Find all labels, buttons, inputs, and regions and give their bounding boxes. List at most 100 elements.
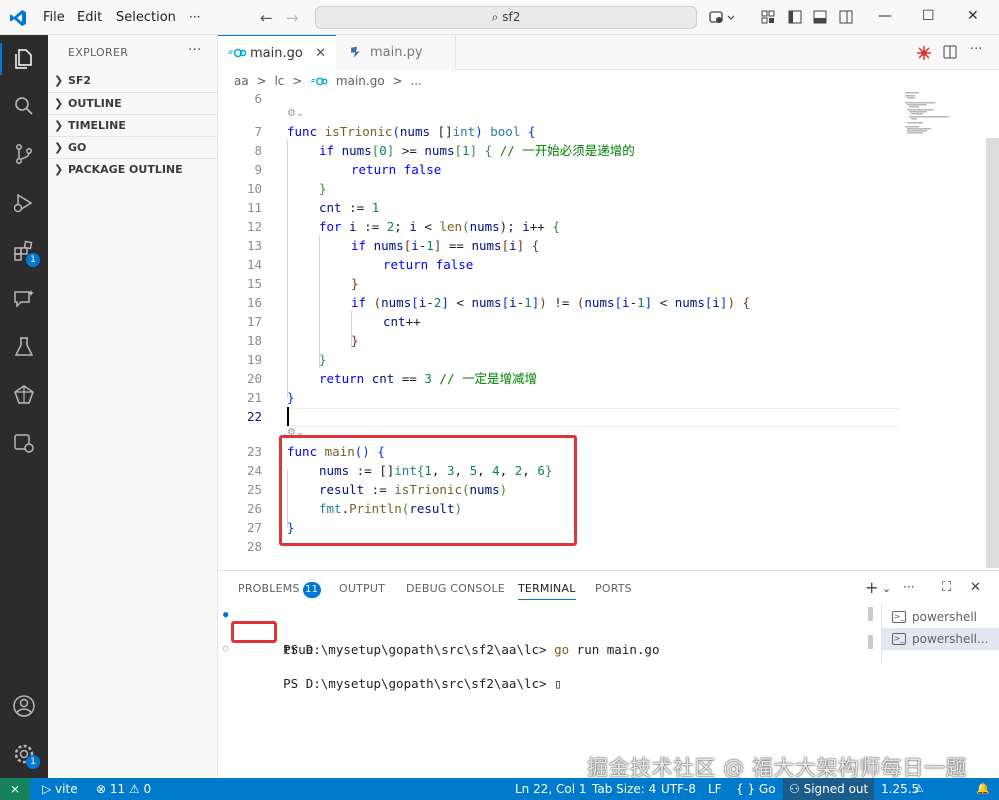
minimize-button[interactable]: — [878, 8, 892, 24]
code-line-20: 20 return cnt == 3 // 一定是增减增 [218, 369, 898, 388]
chevron-right-icon: ❯ [54, 74, 64, 87]
language-mode[interactable]: { } Go [736, 778, 776, 800]
search-text: sf2 [502, 10, 521, 24]
section-timeline[interactable]: ❯ TIMELINE [48, 114, 218, 136]
problems-status[interactable]: ⊗ 11 ⚠ 0 [96, 778, 151, 800]
editor-scrollbar[interactable] [986, 138, 999, 568]
split-editor-icon[interactable] [943, 45, 957, 59]
vite-status[interactable]: ▷ vite [42, 778, 78, 800]
terminal-item-powershell-1[interactable]: >_ powershell [882, 606, 999, 628]
line-number: 21 [246, 390, 262, 405]
vscode-logo-icon[interactable] [9, 9, 27, 27]
copilot-activity-icon[interactable] [12, 383, 36, 407]
close-panel-icon[interactable]: ✕ [970, 580, 981, 595]
line-number: 13 [246, 238, 262, 253]
code-line-7: 7 func isTrionic(nums []int) bool { [218, 122, 898, 141]
terminal-list: >_ powershell >_ powershell... [881, 604, 999, 664]
code-text: return false [383, 257, 474, 272]
notifications-bell-icon[interactable]: 🔔 [976, 778, 990, 800]
menu-more[interactable]: ··· [189, 10, 200, 24]
tab-main-py[interactable]: main.py [336, 35, 456, 70]
tab-output[interactable]: OUTPUT [339, 582, 385, 595]
signed-out-status[interactable]: ⚇ Signed out [783, 778, 875, 800]
highlight-box-main [279, 435, 577, 546]
version-warning-icon: ⚠ [914, 782, 924, 795]
terminal-cursor: ▯ [554, 676, 562, 691]
breadcrumb-symbol[interactable]: ... [410, 74, 421, 88]
run-debug-icon[interactable] [12, 191, 36, 215]
code-text: if nums[i-1] == nums[i] { [351, 238, 540, 253]
toggle-primary-sidebar-icon[interactable] [788, 10, 802, 24]
code-text: for i := 2; i < len(nums); i++ { [319, 219, 560, 234]
code-text: return cnt == 3 // 一定是增减增 [319, 371, 538, 386]
play-icon: ▷ [42, 782, 56, 796]
account-icon[interactable] [12, 694, 36, 718]
remote-explorer-icon[interactable] [12, 431, 36, 455]
explorer-icon[interactable] [12, 47, 36, 71]
section-sf2[interactable]: ❯ SF2 [48, 70, 218, 92]
code-text: cnt := 1 [319, 200, 380, 215]
copilot-icon[interactable] [709, 10, 735, 26]
go-file-icon [228, 48, 246, 58]
section-outline[interactable]: ❯ OUTLINE [48, 92, 218, 114]
breadcrumb-folder-lc[interactable]: lc [274, 74, 284, 88]
line-number: 20 [246, 371, 262, 386]
close-tab-icon[interactable]: ✕ [315, 36, 326, 71]
breadcrumb-file[interactable]: main.go [336, 74, 385, 88]
menu-edit[interactable]: Edit [77, 10, 102, 25]
source-control-icon[interactable] [12, 142, 36, 166]
section-go[interactable]: ❯ GO [48, 136, 218, 158]
cursor-position[interactable]: Ln 22, Col 1 [515, 778, 587, 800]
code-editor[interactable]: 6 ⚙⌄ 7 func isTrionic(nums []int) bool { … [218, 91, 999, 570]
tab-terminal[interactable]: TERMINAL [518, 582, 576, 600]
tab-problems[interactable]: PROBLEMS 11 [238, 582, 321, 598]
terminal-scrollbar[interactable] [868, 607, 874, 651]
chat-icon[interactable] [12, 287, 36, 311]
menu-selection[interactable]: Selection [116, 10, 176, 25]
code-text: } [287, 390, 295, 405]
run-indicator-icon[interactable] [916, 45, 932, 61]
tab-main-go[interactable]: main.go ✕ [218, 35, 336, 70]
line-number: 15 [246, 276, 262, 291]
toggle-secondary-sidebar-icon[interactable] [839, 10, 853, 24]
code-line-12: 12 for i := 2; i < len(nums); i++ { [218, 217, 898, 236]
new-terminal-button[interactable]: + [865, 578, 878, 597]
breadcrumb-folder-aa[interactable]: aa [234, 74, 249, 88]
section-package-outline[interactable]: ❯ PACKAGE OUTLINE [48, 158, 218, 180]
panel-more-button[interactable]: ··· [903, 580, 914, 594]
editor-more-button[interactable]: ··· [970, 42, 982, 57]
code-line-9: 9 return false [218, 160, 898, 179]
close-window-button[interactable]: ✕ [967, 8, 979, 24]
back-arrow-icon[interactable]: ← [260, 9, 273, 27]
tab-size[interactable]: Tab Size: 4 [592, 778, 656, 800]
tab-ports[interactable]: PORTS [595, 582, 632, 595]
sidebar-more-button[interactable]: ··· [188, 42, 201, 58]
tab-debug-console[interactable]: DEBUG CONSOLE [406, 582, 505, 595]
encoding[interactable]: UTF-8 [661, 778, 696, 800]
menu-file[interactable]: File [43, 10, 65, 25]
testing-icon[interactable] [12, 335, 36, 359]
command-center-search[interactable]: ⌕ sf2 [315, 6, 697, 29]
python-file-icon [350, 46, 362, 58]
terminal-line: true [228, 624, 868, 657]
code-text: cnt++ [383, 314, 421, 329]
maximize-panel-icon[interactable]: ⛶ [942, 580, 951, 595]
layout-customize-icon[interactable] [761, 10, 775, 24]
minimap[interactable] [903, 92, 983, 152]
maximize-button[interactable]: ☐ [922, 8, 935, 24]
forward-arrow-icon[interactable]: → [286, 9, 299, 27]
terminal-dropdown-icon[interactable]: ⌄ [882, 582, 891, 595]
terminal-output[interactable]: ● PS D:\mysetup\gopath\src\sf2\aa\lc> go… [223, 607, 868, 691]
problems-count-badge: 11 [302, 582, 321, 598]
toggle-panel-icon[interactable] [813, 10, 827, 24]
section-label: GO [68, 141, 87, 154]
line-number: 18 [246, 333, 262, 348]
remote-indicator-icon[interactable]: ⨯ [0, 778, 30, 800]
explorer-sidebar: EXPLORER ··· ❯ SF2 ❯ OUTLINE ❯ TIMELINE ❯ GO… [48, 35, 218, 778]
sidebar-title: EXPLORER [68, 46, 129, 59]
search-activity-icon[interactable] [12, 94, 36, 118]
end-of-line[interactable]: LF [708, 778, 722, 800]
terminal-item-powershell-2[interactable]: >_ powershell... [882, 628, 999, 650]
codelens-1[interactable]: ⚙⌄ [287, 108, 304, 119]
section-label: SF2 [68, 74, 92, 87]
